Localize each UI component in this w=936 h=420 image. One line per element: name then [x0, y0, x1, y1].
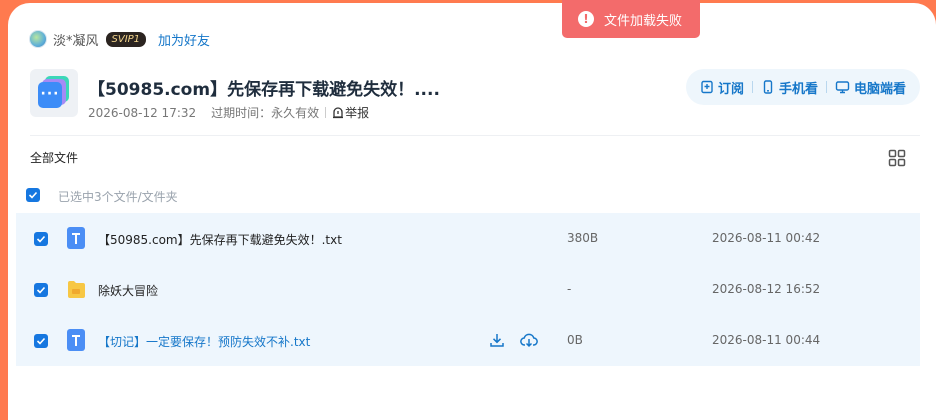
row-checkbox[interactable]	[34, 232, 48, 246]
desktop-view-label: 电脑端看	[853, 81, 906, 97]
selected-count: 已选中3个文件/文件夹	[58, 190, 178, 204]
subscribe-button[interactable]: 订阅	[694, 78, 750, 97]
header-divider	[30, 135, 920, 136]
add-friend-link[interactable]: 加为好友	[158, 30, 210, 49]
view-actions: 订阅 手机看 电脑端看	[685, 69, 920, 105]
bookmark-icon	[701, 80, 713, 94]
report-button[interactable]: 举报	[332, 104, 369, 121]
error-toast: ! 文件加载失败	[562, 0, 700, 38]
grid-view-icon[interactable]	[888, 149, 906, 167]
file-date: 2026-08-12 16:52	[712, 282, 821, 296]
action-divider	[751, 81, 753, 93]
share-title: 【50985.com】先保存再下载避免失效！....	[88, 80, 440, 100]
sharer-info: 淡*凝风 SVIP1 加为好友	[29, 25, 210, 53]
vip-badge: SVIP1	[105, 31, 147, 47]
txt-file-icon	[67, 227, 85, 249]
share-thumbnail: ···	[30, 69, 78, 117]
desktop-view-button[interactable]: 电脑端看	[829, 78, 912, 97]
file-size: 0B	[567, 333, 583, 347]
file-name[interactable]: 【切记】一定要保存！预防失效不补.txt	[98, 333, 310, 350]
phone-icon	[763, 80, 773, 94]
share-page-card: 淡*凝风 SVIP1 加为好友 ··· 【50985.com】先保存再下载避免失…	[8, 3, 936, 420]
subscribe-label: 订阅	[717, 81, 744, 97]
action-divider	[825, 81, 827, 93]
meta-divider	[325, 107, 327, 118]
file-row[interactable]: 除妖大冒险 - 2026-08-12 16:52	[16, 264, 920, 315]
monitor-icon	[835, 81, 850, 94]
txt-file-icon	[67, 329, 85, 351]
file-size: 380B	[567, 231, 599, 245]
mobile-view-button[interactable]: 手机看	[755, 78, 824, 97]
report-label: 举报	[345, 106, 370, 120]
share-meta: 2026-08-12 17:32 过期时间：永久有效 举报	[88, 104, 369, 121]
error-icon: !	[578, 11, 594, 27]
file-list: 【50985.com】先保存再下载避免失效！.txt 380B 2026-08-…	[16, 213, 920, 366]
check-icon	[28, 191, 38, 199]
file-date: 2026-08-11 00:44	[712, 333, 821, 347]
select-all-checkbox[interactable]	[26, 188, 40, 202]
file-date: 2026-08-11 00:42	[712, 231, 821, 245]
share-header: ··· 【50985.com】先保存再下载避免失效！.... 2026-08-1…	[30, 69, 920, 121]
row-checkbox[interactable]	[34, 334, 48, 348]
file-row[interactable]: 【50985.com】先保存再下载避免失效！.txt 380B 2026-08-…	[16, 213, 920, 264]
save-to-cloud-icon[interactable]	[520, 332, 538, 348]
more-dots-icon: ···	[40, 86, 60, 102]
mobile-view-label: 手机看	[778, 81, 818, 97]
avatar[interactable]	[29, 30, 47, 48]
warning-icon	[333, 106, 344, 118]
sharer-name[interactable]: 淡*凝风	[53, 30, 99, 49]
file-size: -	[567, 282, 572, 296]
file-row[interactable]: 【切记】一定要保存！预防失效不补.txt 0B 2026-08-11 00:44	[16, 315, 920, 366]
download-icon[interactable]	[489, 332, 505, 348]
folder-icon	[68, 281, 85, 298]
row-checkbox[interactable]	[34, 283, 48, 297]
check-icon	[36, 235, 46, 243]
breadcrumb-all-files[interactable]: 全部文件	[30, 149, 78, 166]
share-expire: 过期时间：永久有效	[211, 106, 320, 120]
file-name[interactable]: 【50985.com】先保存再下载避免失效！.txt	[98, 231, 342, 248]
check-icon	[36, 337, 46, 345]
toast-message: 文件加载失败	[604, 13, 683, 29]
check-icon	[36, 286, 46, 294]
file-name[interactable]: 除妖大冒险	[98, 282, 158, 299]
share-date: 2026-08-12 17:32	[88, 105, 197, 120]
